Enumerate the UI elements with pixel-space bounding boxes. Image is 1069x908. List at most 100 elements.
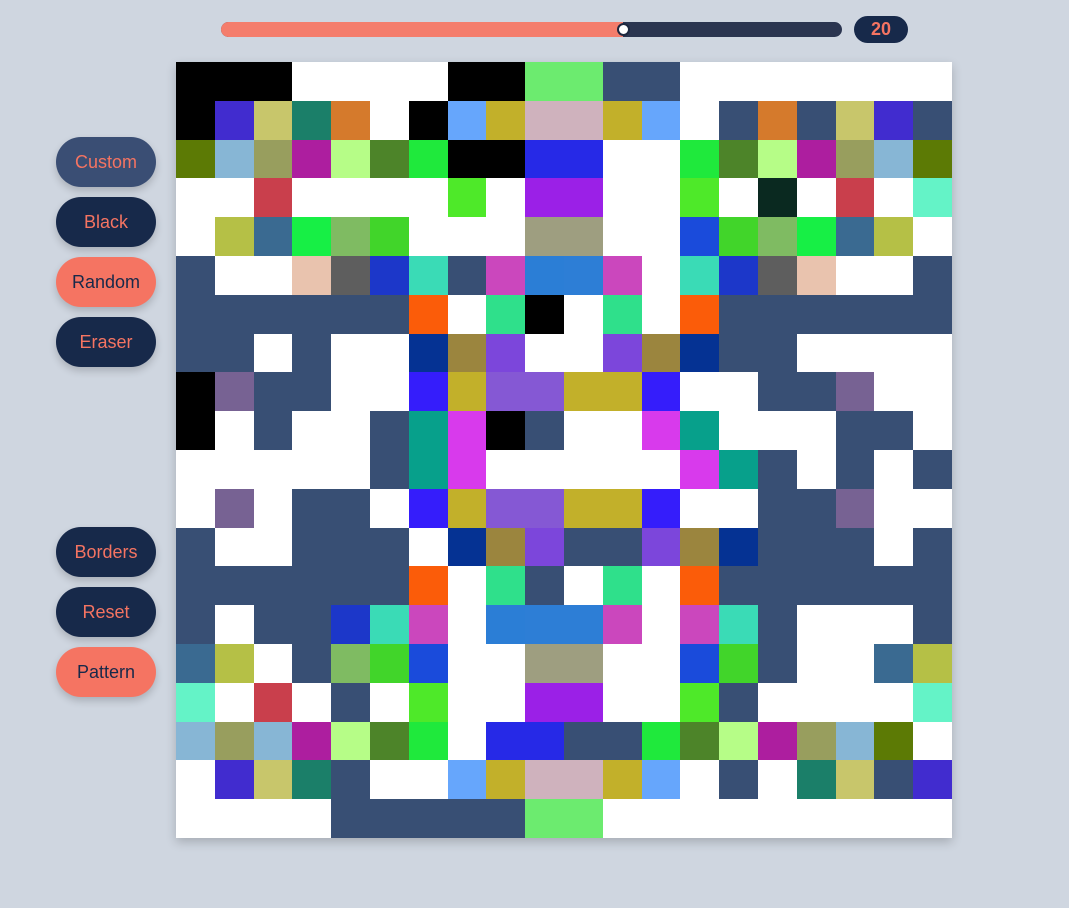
grid-cell[interactable] (525, 527, 565, 567)
grid-cell[interactable] (176, 62, 216, 102)
grid-cell[interactable] (719, 256, 759, 296)
grid-cell[interactable] (641, 62, 681, 102)
grid-cell[interactable] (253, 411, 293, 451)
grid-cell[interactable] (176, 256, 216, 296)
grid-cell[interactable] (447, 566, 487, 606)
grid-cell[interactable] (680, 294, 720, 335)
grid-cell[interactable] (680, 100, 720, 141)
grid-cell[interactable] (564, 644, 604, 684)
grid-cell[interactable] (835, 760, 875, 800)
grid-cell[interactable] (564, 294, 604, 335)
grid-cell[interactable] (602, 644, 643, 684)
grid-cell[interactable] (602, 566, 643, 606)
grid-cell[interactable] (913, 294, 953, 335)
grid-cell[interactable] (214, 178, 255, 218)
grid-cell[interactable] (253, 605, 293, 645)
grid-cell[interactable] (758, 100, 798, 141)
grid-cell[interactable] (719, 139, 759, 179)
grid-cell[interactable] (680, 62, 720, 102)
grid-cell[interactable] (680, 217, 720, 257)
brush-size-slider[interactable] (221, 22, 842, 37)
grid-cell[interactable] (331, 760, 371, 800)
grid-cell[interactable] (486, 605, 526, 645)
grid-cell[interactable] (564, 100, 604, 141)
grid-cell[interactable] (214, 294, 255, 335)
grid-cell[interactable] (253, 566, 293, 606)
grid-cell[interactable] (214, 682, 255, 723)
grid-cell[interactable] (214, 62, 255, 102)
grid-cell[interactable] (680, 682, 720, 723)
grid-cell[interactable] (253, 62, 293, 102)
grid-cell[interactable] (758, 217, 798, 257)
grid-cell[interactable] (758, 644, 798, 684)
grid-cell[interactable] (214, 566, 255, 606)
grid-cell[interactable] (835, 100, 875, 141)
grid-cell[interactable] (292, 256, 332, 296)
grid-cell[interactable] (214, 139, 255, 179)
grid-cell[interactable] (447, 139, 487, 179)
grid-cell[interactable] (758, 488, 798, 529)
grid-cell[interactable] (176, 605, 216, 645)
grid-cell[interactable] (758, 294, 798, 335)
grid-cell[interactable] (719, 411, 759, 451)
grid-cell[interactable] (214, 100, 255, 141)
grid-cell[interactable] (719, 527, 759, 567)
grid-cell[interactable] (641, 566, 681, 606)
grid-cell[interactable] (719, 682, 759, 723)
grid-cell[interactable] (641, 178, 681, 218)
grid-cell[interactable] (913, 799, 953, 839)
grid-cell[interactable] (525, 488, 565, 529)
grid-cell[interactable] (214, 256, 255, 296)
grid-cell[interactable] (292, 62, 332, 102)
grid-cell[interactable] (641, 488, 681, 529)
grid-cell[interactable] (602, 488, 643, 529)
grid-cell[interactable] (525, 256, 565, 296)
grid-cell[interactable] (913, 217, 953, 257)
grid-cell[interactable] (370, 139, 410, 179)
grid-cell[interactable] (874, 488, 914, 529)
grid-cell[interactable] (525, 605, 565, 645)
grid-cell[interactable] (486, 217, 526, 257)
grid-cell[interactable] (525, 682, 565, 723)
grid-cell[interactable] (292, 566, 332, 606)
grid-cell[interactable] (641, 760, 681, 800)
grid-cell[interactable] (719, 333, 759, 373)
grid-cell[interactable] (602, 450, 643, 490)
grid-cell[interactable] (176, 799, 216, 839)
grid-cell[interactable] (602, 721, 643, 761)
grid-cell[interactable] (602, 682, 643, 723)
grid-cell[interactable] (758, 62, 798, 102)
drawing-canvas[interactable] (176, 62, 953, 839)
grid-cell[interactable] (331, 721, 371, 761)
grid-cell[interactable] (447, 605, 487, 645)
grid-cell[interactable] (835, 139, 875, 179)
grid-cell[interactable] (253, 333, 293, 373)
grid-cell[interactable] (253, 799, 293, 839)
grid-cell[interactable] (331, 294, 371, 335)
grid-cell[interactable] (680, 566, 720, 606)
grid-cell[interactable] (292, 372, 332, 412)
grid-cell[interactable] (176, 527, 216, 567)
grid-cell[interactable] (641, 256, 681, 296)
grid-cell[interactable] (758, 178, 798, 218)
grid-cell[interactable] (253, 527, 293, 567)
grid-cell[interactable] (564, 372, 604, 412)
grid-cell[interactable] (331, 256, 371, 296)
grid-cell[interactable] (641, 644, 681, 684)
grid-cell[interactable] (641, 139, 681, 179)
grid-cell[interactable] (176, 333, 216, 373)
grid-cell[interactable] (796, 62, 837, 102)
grid-cell[interactable] (874, 62, 914, 102)
grid-cell[interactable] (370, 527, 410, 567)
grid-cell[interactable] (408, 294, 449, 335)
grid-cell[interactable] (292, 450, 332, 490)
grid-cell[interactable] (176, 139, 216, 179)
grid-cell[interactable] (602, 760, 643, 800)
grid-cell[interactable] (214, 721, 255, 761)
grid-cell[interactable] (408, 256, 449, 296)
grid-cell[interactable] (680, 760, 720, 800)
grid-cell[interactable] (253, 256, 293, 296)
grid-cell[interactable] (486, 178, 526, 218)
grid-cell[interactable] (796, 100, 837, 141)
grid-cell[interactable] (525, 450, 565, 490)
